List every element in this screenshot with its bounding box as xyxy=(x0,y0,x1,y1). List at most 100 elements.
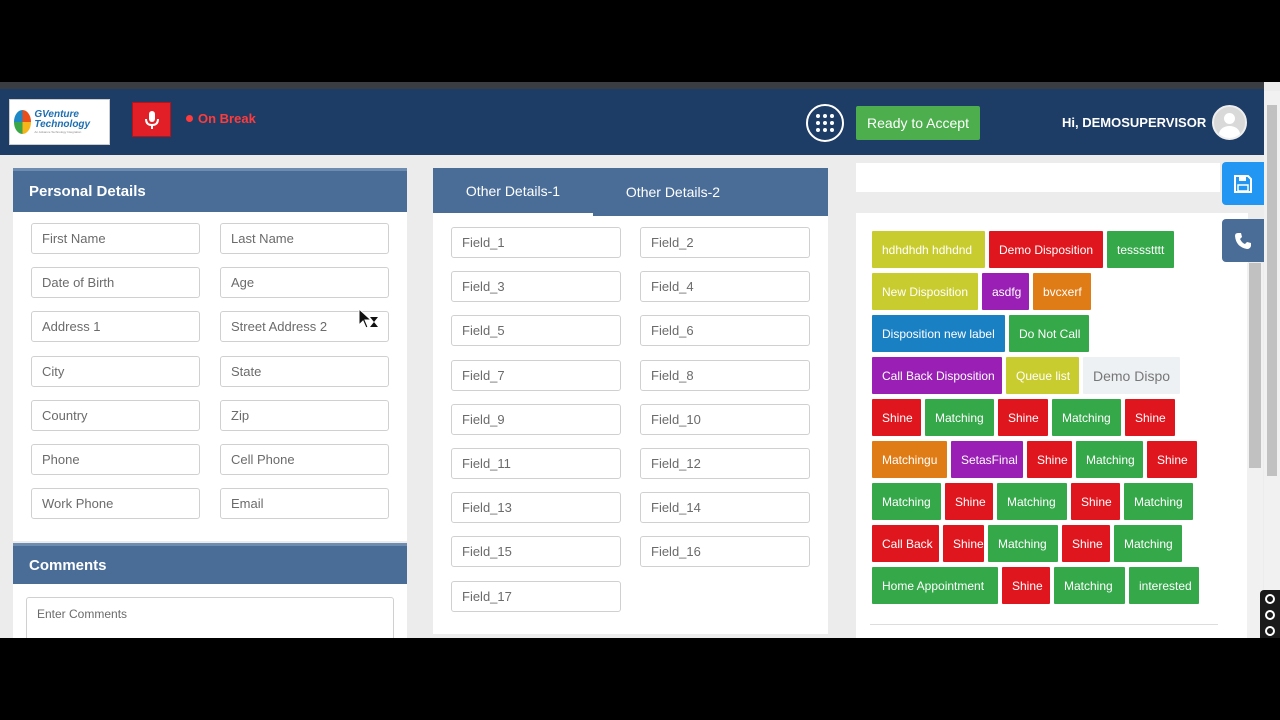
personal-field[interactable]: First Name xyxy=(31,223,200,254)
disposition-button[interactable]: Shine xyxy=(1125,399,1175,436)
personal-field[interactable]: Address 1 xyxy=(31,311,200,343)
disposition-button[interactable]: Matching xyxy=(988,525,1058,562)
disposition-button[interactable]: Shine xyxy=(1147,441,1197,478)
other-field[interactable]: Field_17 xyxy=(451,580,621,612)
notes-bar xyxy=(856,163,1220,192)
disposition-button[interactable]: SetasFinal xyxy=(951,441,1023,478)
tab-other-details-2[interactable]: Other Details-2 xyxy=(593,168,753,216)
comments-title: Comments xyxy=(13,543,407,584)
disposition-button[interactable]: tesssstttt xyxy=(1107,231,1174,268)
disposition-button[interactable]: Shine xyxy=(943,525,984,562)
disposition-button[interactable]: New Disposition xyxy=(872,273,978,310)
disposition-button[interactable]: Demo Disposition xyxy=(989,231,1103,268)
ready-to-accept-button[interactable]: Ready to Accept xyxy=(856,106,980,140)
other-field[interactable]: Field_12 xyxy=(640,448,810,479)
personal-field[interactable]: Country xyxy=(31,399,200,431)
logo-text: GVenture Technology xyxy=(34,109,91,130)
camera-icon[interactable] xyxy=(1265,594,1275,604)
microphone-icon[interactable] xyxy=(1265,626,1275,636)
other-field[interactable]: Field_8 xyxy=(640,359,810,391)
tab-other-details-1[interactable]: Other Details-1 xyxy=(433,168,593,216)
disposition-button[interactable]: Shine xyxy=(1062,525,1110,562)
personal-details-title: Personal Details xyxy=(13,168,407,212)
disposition-button[interactable]: Matching xyxy=(925,399,994,436)
top-navbar: GVenture Technology An Advance Technolog… xyxy=(0,82,1264,155)
disposition-button[interactable]: asdfg xyxy=(982,273,1029,310)
other-field[interactable]: Field_1 xyxy=(451,227,621,258)
personal-field[interactable]: Work Phone xyxy=(31,488,200,520)
record-icon[interactable] xyxy=(1265,610,1275,620)
other-field[interactable]: Field_15 xyxy=(451,536,621,568)
personal-field[interactable]: State xyxy=(220,355,389,387)
logo-subtext: An Advance Technology Integration xyxy=(34,130,82,134)
disposition-button[interactable]: Matching xyxy=(1076,441,1143,478)
disposition-button[interactable]: Matching xyxy=(1114,525,1182,562)
phone-icon xyxy=(1235,232,1251,249)
disposition-button[interactable]: Shine xyxy=(1002,567,1050,604)
comments-panel: Comments Enter Comments xyxy=(13,543,407,638)
disposition-button[interactable]: Matching xyxy=(1124,483,1193,520)
disposition-button[interactable]: Call Back Disposition xyxy=(872,357,1002,394)
disposition-button[interactable]: Call Back xyxy=(872,525,939,562)
other-field[interactable]: Field_10 xyxy=(640,403,810,435)
personal-details-panel: Personal Details First Name Last Name Date… xyxy=(13,168,407,541)
disposition-button[interactable]: Home Appointment xyxy=(872,567,998,604)
other-details-panel: Other Details-1 Other Details-2 Field_1 F… xyxy=(433,168,828,634)
other-field[interactable]: Field_9 xyxy=(451,403,621,435)
disposition-button[interactable]: Shine xyxy=(1071,483,1120,520)
other-field[interactable]: Field_14 xyxy=(640,492,810,524)
personal-field[interactable]: Age xyxy=(220,267,389,299)
personal-field[interactable]: Zip xyxy=(220,399,389,431)
disposition-button[interactable]: hdhdhdh hdhdnd xyxy=(872,231,985,268)
other-field[interactable]: Field_6 xyxy=(640,315,810,347)
personal-field[interactable]: City xyxy=(31,355,200,387)
disposition-button[interactable]: Matching xyxy=(997,483,1067,520)
user-greeting: Hi, DEMOSUPERVISOR xyxy=(1062,115,1207,130)
logo-icon xyxy=(14,110,32,134)
disposition-button[interactable]: Matchingu xyxy=(872,441,947,478)
other-field[interactable]: Field_16 xyxy=(640,536,810,568)
divider xyxy=(870,624,1218,625)
disposition-button[interactable]: interested xyxy=(1129,567,1199,604)
dialpad-button[interactable] xyxy=(806,104,844,142)
call-button[interactable] xyxy=(1222,219,1264,262)
save-icon xyxy=(1234,174,1252,193)
agent-screen: GVenture Technology An Advance Technolog… xyxy=(0,82,1280,638)
disposition-button[interactable]: Shine xyxy=(998,399,1048,436)
other-field[interactable]: Field_3 xyxy=(451,271,621,303)
disposition-button[interactable]: Shine xyxy=(1027,441,1072,478)
company-logo: GVenture Technology An Advance Technolog… xyxy=(9,99,110,145)
disposition-button[interactable]: Shine xyxy=(945,483,993,520)
mute-button[interactable] xyxy=(132,102,171,137)
page-scrollbar[interactable] xyxy=(1264,91,1280,638)
personal-field[interactable]: Last Name xyxy=(220,223,389,254)
disposition-scrollbar[interactable] xyxy=(1247,263,1263,638)
other-field[interactable]: Field_7 xyxy=(451,359,621,391)
other-field[interactable]: Field_11 xyxy=(451,448,621,479)
other-details-tabs: Other Details-1 Other Details-2 xyxy=(433,168,828,216)
disposition-button[interactable]: Demo Dispo xyxy=(1083,357,1180,394)
disposition-button[interactable]: Disposition new label xyxy=(872,315,1005,352)
save-button[interactable] xyxy=(1222,162,1264,205)
mouse-cursor-icon xyxy=(358,308,378,329)
disposition-button[interactable]: Shine xyxy=(872,399,921,436)
other-field[interactable]: Field_4 xyxy=(640,271,810,303)
disposition-button[interactable]: Queue list xyxy=(1006,357,1079,394)
disposition-button[interactable]: bvcxerf xyxy=(1033,273,1091,310)
agent-status-text: On Break xyxy=(198,111,256,126)
personal-field[interactable]: Email xyxy=(220,488,389,520)
agent-status: On Break xyxy=(186,111,256,126)
other-field[interactable]: Field_13 xyxy=(451,492,621,524)
user-avatar[interactable] xyxy=(1212,105,1247,140)
personal-field[interactable]: Phone xyxy=(31,444,200,475)
status-dot-icon xyxy=(186,115,193,122)
disposition-button[interactable]: Matching xyxy=(1054,567,1125,604)
disposition-button[interactable]: Do Not Call xyxy=(1009,315,1089,352)
personal-field[interactable]: Date of Birth xyxy=(31,267,200,299)
disposition-button[interactable]: Matching xyxy=(1052,399,1121,436)
personal-field[interactable]: Cell Phone xyxy=(220,444,389,475)
disposition-button[interactable]: Matching xyxy=(872,483,941,520)
comments-textarea[interactable]: Enter Comments xyxy=(26,597,394,638)
other-field[interactable]: Field_2 xyxy=(640,227,810,258)
other-field[interactable]: Field_5 xyxy=(451,315,621,347)
